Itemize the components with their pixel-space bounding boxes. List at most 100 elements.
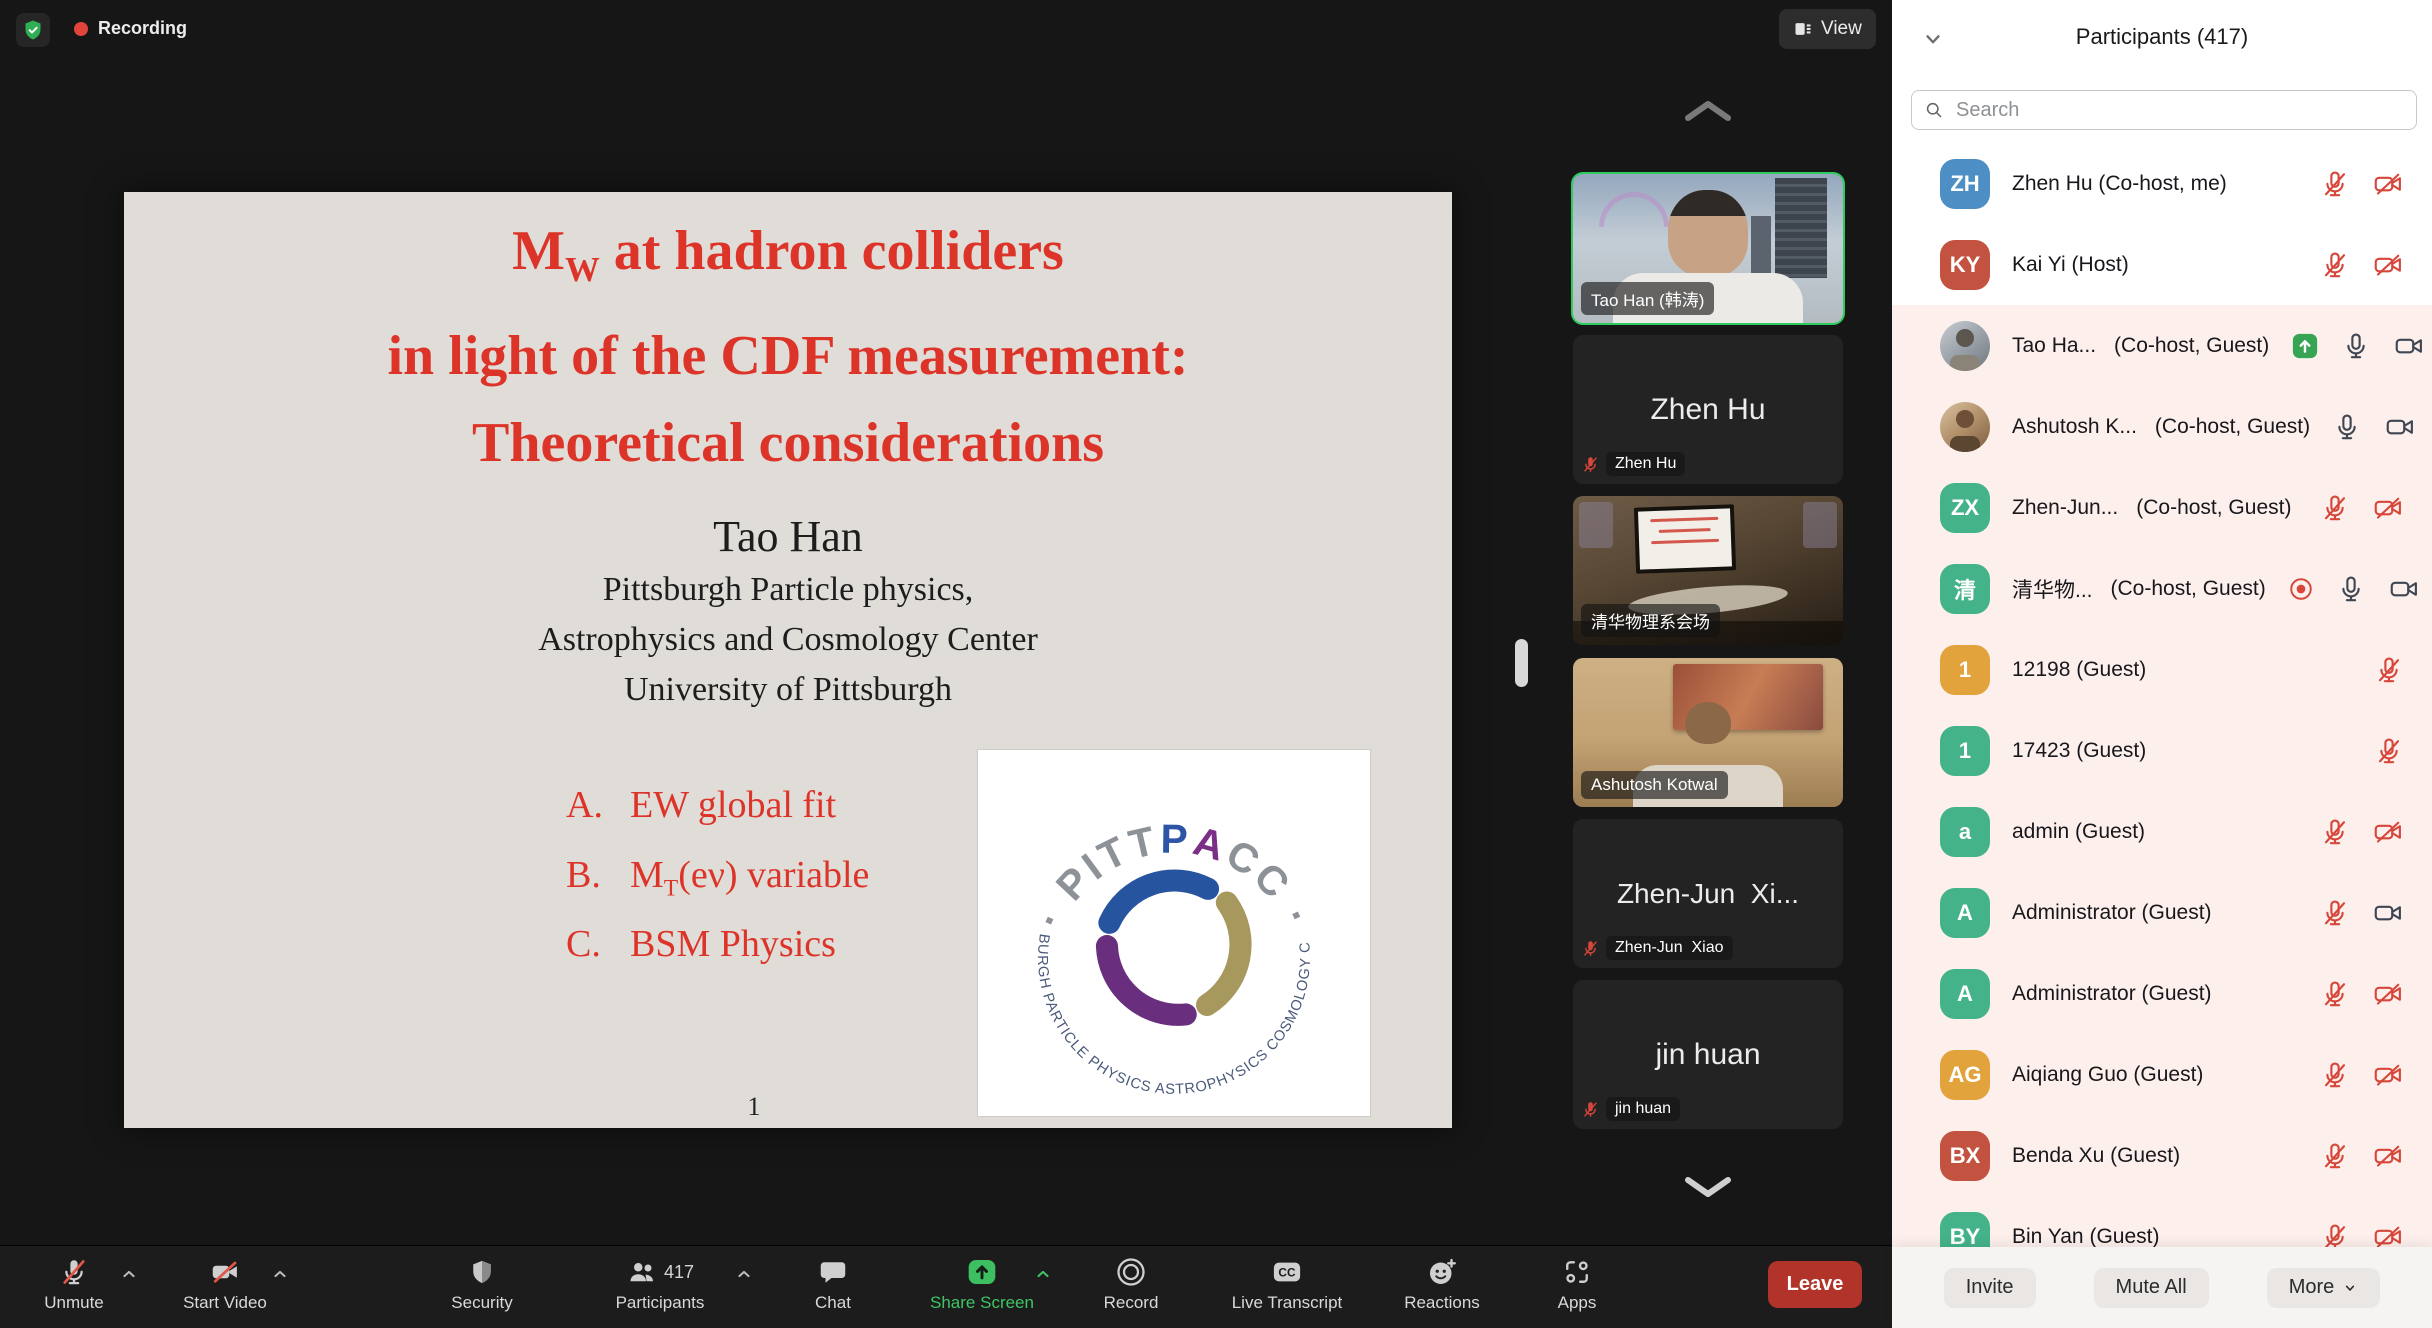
participant-row[interactable]: a admin (Guest): [1892, 791, 2432, 872]
chat-button[interactable]: Chat: [763, 1252, 903, 1324]
mic-on-icon: [2336, 574, 2366, 604]
main-stage: Recording View MW at hadron colliders in…: [0, 0, 1892, 1328]
video-tile-ashutosh-kotwal[interactable]: Ashutosh Kotwal: [1573, 658, 1843, 807]
participant-name: Bin Yan (Guest): [2012, 1225, 2159, 1248]
participant-row[interactable]: 清 清华物... (Co-host, Guest): [1892, 548, 2432, 629]
meeting-topbar: Recording View: [0, 0, 1892, 57]
slide-agenda: A.EW global fit B.MT(eν) variable C.BSM …: [566, 777, 869, 986]
participant-row[interactable]: A Administrator (Guest): [1892, 872, 2432, 953]
security-button[interactable]: Security: [402, 1252, 562, 1324]
speaker-face: [1668, 190, 1748, 276]
leave-button[interactable]: Leave: [1768, 1261, 1862, 1308]
gallery-resize-handle[interactable]: [1515, 639, 1528, 687]
participant-name: Aiqiang Guo (Guest): [2012, 1063, 2203, 1087]
chevron-down-icon: [2342, 1280, 2358, 1296]
participant-row[interactable]: ZX Zhen-Jun... (Co-host, Guest): [1892, 467, 2432, 548]
start-video-button[interactable]: Start Video: [145, 1252, 305, 1324]
share-screen-button[interactable]: Share Screen: [892, 1252, 1072, 1324]
participants-label: Participants: [616, 1293, 705, 1313]
shared-presentation-slide: MW at hadron colliders in light of the C…: [124, 192, 1452, 1128]
apps-label: Apps: [1558, 1293, 1597, 1313]
participant-row[interactable]: AG Aiqiang Guo (Guest): [1892, 1034, 2432, 1115]
video-name-tag: Tao Han (韩涛): [1581, 282, 1714, 315]
curtain: [1579, 502, 1613, 548]
avatar: BX: [1940, 1131, 1990, 1181]
invite-button[interactable]: Invite: [1944, 1268, 2036, 1308]
slide-author-block: Tao Han Pittsburgh Particle physics, Ast…: [124, 509, 1452, 715]
view-layout-icon: [1793, 19, 1813, 39]
search-input[interactable]: [1911, 90, 2417, 130]
video-options-caret-icon[interactable]: [270, 1264, 290, 1289]
camera-off-icon: [209, 1257, 241, 1287]
participant-row[interactable]: 1 12198 (Guest): [1892, 629, 2432, 710]
encryption-shield-button[interactable]: [16, 13, 50, 47]
apps-button[interactable]: Apps: [1507, 1252, 1647, 1324]
camera-off-icon: [2372, 250, 2404, 280]
participants-footer: Invite Mute All More: [1892, 1247, 2432, 1328]
speaker-face: [1685, 702, 1731, 744]
live-transcript-button[interactable]: CC Live Transcript: [1192, 1252, 1382, 1324]
participant-row[interactable]: Tao Ha... (Co-host, Guest): [1892, 305, 2432, 386]
reactions-label: Reactions: [1404, 1293, 1480, 1313]
mic-muted-icon: [1581, 455, 1600, 474]
reactions-button[interactable]: Reactions: [1367, 1252, 1517, 1324]
participant-name: 17423 (Guest): [2012, 739, 2146, 763]
video-tile-tsinghua-room[interactable]: 清华物理系会场: [1573, 496, 1843, 645]
avatar: KY: [1940, 240, 1990, 290]
gallery-scroll-up-chevron-icon[interactable]: [1680, 96, 1736, 131]
participant-row[interactable]: KY Kai Yi (Host): [1892, 224, 2432, 305]
record-button[interactable]: Record: [1061, 1252, 1201, 1324]
participants-icon: [626, 1257, 658, 1287]
avatar: 1: [1940, 645, 1990, 695]
avatar: BY: [1940, 1212, 1990, 1248]
gallery-scroll-down-chevron-icon[interactable]: [1680, 1172, 1736, 1207]
video-tile-tao-han[interactable]: Tao Han (韩涛): [1573, 174, 1843, 323]
live-transcript-label: Live Transcript: [1232, 1293, 1343, 1313]
participant-row[interactable]: Ashutosh K... (Co-host, Guest): [1892, 386, 2432, 467]
participant-row[interactable]: ZH Zhen Hu (Co-host, me): [1892, 143, 2432, 224]
mute-all-button[interactable]: Mute All: [2094, 1268, 2209, 1308]
participant-row[interactable]: BY Bin Yan (Guest): [1892, 1196, 2432, 1247]
camera-on-icon: [2388, 574, 2420, 604]
mic-on-icon: [2332, 412, 2362, 442]
avatar: ZX: [1940, 483, 1990, 533]
camera-off-icon: [2372, 169, 2404, 199]
video-tile-jin-huan[interactable]: jin huan jin huan: [1573, 980, 1843, 1129]
mic-muted-icon: [2320, 493, 2350, 523]
participants-header: Participants (417): [1892, 0, 2432, 80]
screen-share-badge-icon: [2291, 332, 2319, 360]
building: [1775, 178, 1827, 278]
mic-muted-icon: [59, 1257, 89, 1287]
view-button[interactable]: View: [1779, 9, 1876, 49]
share-options-caret-icon[interactable]: [1033, 1264, 1053, 1289]
svg-text:PITTSBURGH PARTICLE PHYSICS AS: PITTSBURGH PARTICLE PHYSICS ASTROPHYSICS…: [1004, 763, 1314, 1098]
participants-button[interactable]: 417 Participants: [565, 1252, 755, 1324]
mic-muted-icon: [2320, 1060, 2350, 1090]
camera-off-icon: [2372, 493, 2404, 523]
participant-name: 12198 (Guest): [2012, 658, 2146, 682]
more-button[interactable]: More: [2267, 1268, 2381, 1308]
camera-off-icon: [2372, 1141, 2404, 1171]
slide-title: MW at hadron colliders in light of the C…: [124, 208, 1452, 487]
avatar: 1: [1940, 726, 1990, 776]
mic-options-caret-icon[interactable]: [119, 1264, 139, 1289]
avatar: ZH: [1940, 159, 1990, 209]
participant-name: Tao Ha...: [2012, 334, 2096, 358]
camera-on-icon: [2372, 898, 2404, 928]
participant-role: (Co-host, Guest): [2136, 496, 2291, 520]
apps-icon: [1562, 1257, 1592, 1287]
participant-row[interactable]: A Administrator (Guest): [1892, 953, 2432, 1034]
participants-options-caret-icon[interactable]: [734, 1264, 754, 1289]
camera-off-icon: [2372, 817, 2404, 847]
meeting-toolbar: Unmute Start Video Security 417 Particip…: [0, 1245, 1892, 1328]
video-tile-zhen-hu[interactable]: Zhen Hu Zhen Hu: [1573, 335, 1843, 484]
avatar: AG: [1940, 1050, 1990, 1100]
video-tile-zhen-jun-xiao[interactable]: Zhen-Jun Xi... Zhen-Jun Xiao: [1573, 819, 1843, 968]
participant-name: Zhen-Jun...: [2012, 496, 2118, 520]
participant-row[interactable]: BX Benda Xu (Guest): [1892, 1115, 2432, 1196]
participant-name: 清华物...: [2012, 574, 2093, 604]
participant-name: Zhen Hu (Co-host, me): [2012, 172, 2227, 196]
unmute-button[interactable]: Unmute: [4, 1252, 144, 1324]
participant-row[interactable]: 1 17423 (Guest): [1892, 710, 2432, 791]
participant-name: Benda Xu (Guest): [2012, 1144, 2180, 1168]
